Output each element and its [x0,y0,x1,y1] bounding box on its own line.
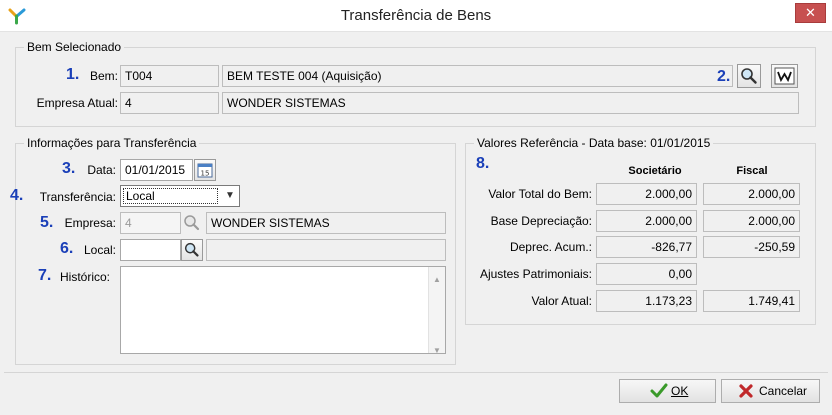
scroll-down-icon[interactable]: ▼ [433,341,441,353]
close-button[interactable]: ✕ [795,3,826,23]
empresa-code-field[interactable]: 4 [120,212,181,234]
cancel-button[interactable]: Cancelar [721,379,820,403]
search-icon [741,68,757,84]
wiki-button[interactable] [771,64,798,88]
close-icon: ✕ [805,5,816,20]
valor-atual-societario: 1.173,23 [596,290,697,312]
calendar-button[interactable]: 15 [194,159,216,181]
deprec-acum-label: Deprec. Acum.: [509,240,592,254]
marker-7: 7. [38,267,52,284]
historico-label: Histórico: [59,270,110,284]
historico-scrollbar[interactable]: ▲ ▼ [428,267,445,353]
search-bem-button[interactable] [737,64,761,88]
valor-atual-label: Valor Atual: [531,294,592,308]
search-icon [184,242,199,257]
empresa-atual-name-field: WONDER SISTEMAS [222,92,799,114]
cancel-x-icon [739,384,753,398]
deprec-acum-fiscal: -250,59 [703,236,800,258]
svg-text:15: 15 [201,170,210,178]
base-depreciacao-label: Base Depreciação: [490,214,592,228]
local-label: Local: [83,243,116,257]
search-icon [184,215,200,231]
base-depreciacao-fiscal: 2.000,00 [703,210,800,232]
valor-total-fiscal: 2.000,00 [703,183,800,205]
marker-6: 6. [60,240,74,257]
marker-1: 1. [66,66,80,83]
scroll-up-icon[interactable]: ▲ [433,270,441,290]
bem-code-field[interactable]: T004 [120,65,219,87]
local-code-input[interactable] [120,239,181,261]
window-title: Transferência de Bens [340,7,492,24]
marker-8: 8. [476,155,490,172]
transferencia-label: Transferência: [39,190,116,204]
ajustes-label: Ajustes Patrimoniais: [479,267,592,281]
ajustes-societario: 0,00 [596,263,697,285]
transferencia-value: Local [123,188,218,204]
empresa-name-field: WONDER SISTEMAS [206,212,446,234]
ok-button[interactable]: OK [619,379,716,403]
empresa-atual-label: Empresa Atual: [36,96,118,110]
ok-label: OK [671,384,689,398]
data-input[interactable]: 01/01/2015 [120,159,193,181]
valor-total-societario: 2.000,00 [596,183,697,205]
informacoes-legend: Informações para Transferência [24,136,200,150]
valor-total-label: Valor Total do Bem: [488,187,592,201]
search-local-button[interactable] [181,239,203,261]
bem-label: Bem: [89,69,118,83]
fiscal-column-header: Fiscal [736,165,768,177]
valores-legend: Valores Referência - Data base: 01/01/20… [474,136,714,150]
marker-2: 2. [717,68,731,85]
search-empresa-button[interactable] [181,212,203,234]
check-icon [650,383,668,398]
calendar-icon: 15 [197,163,213,178]
footer-divider [4,372,828,373]
chevron-down-icon: ▼ [225,190,235,201]
marker-5: 5. [40,214,54,231]
marker-3: 3. [62,160,76,177]
transferencia-select[interactable]: Local ▼ [120,185,240,207]
base-depreciacao-societario: 2.000,00 [596,210,697,232]
bem-selecionado-legend: Bem Selecionado [24,40,125,54]
deprec-acum-societario: -826,77 [596,236,697,258]
cancel-label: Cancelar [759,384,808,398]
marker-4: 4. [10,187,24,204]
bem-description-field: BEM TESTE 004 (Aquisição) [222,65,733,87]
empresa-label: Empresa: [64,216,116,230]
historico-textarea[interactable]: ▲ ▼ [120,266,446,354]
valor-atual-fiscal: 1.749,41 [703,290,800,312]
empresa-atual-code-field: 4 [120,92,219,114]
data-label: Data: [87,163,116,177]
societario-column-header: Societário [628,165,682,177]
bem-selecionado-group [15,47,816,127]
local-description-field [206,239,446,261]
wiki-icon [774,67,795,85]
